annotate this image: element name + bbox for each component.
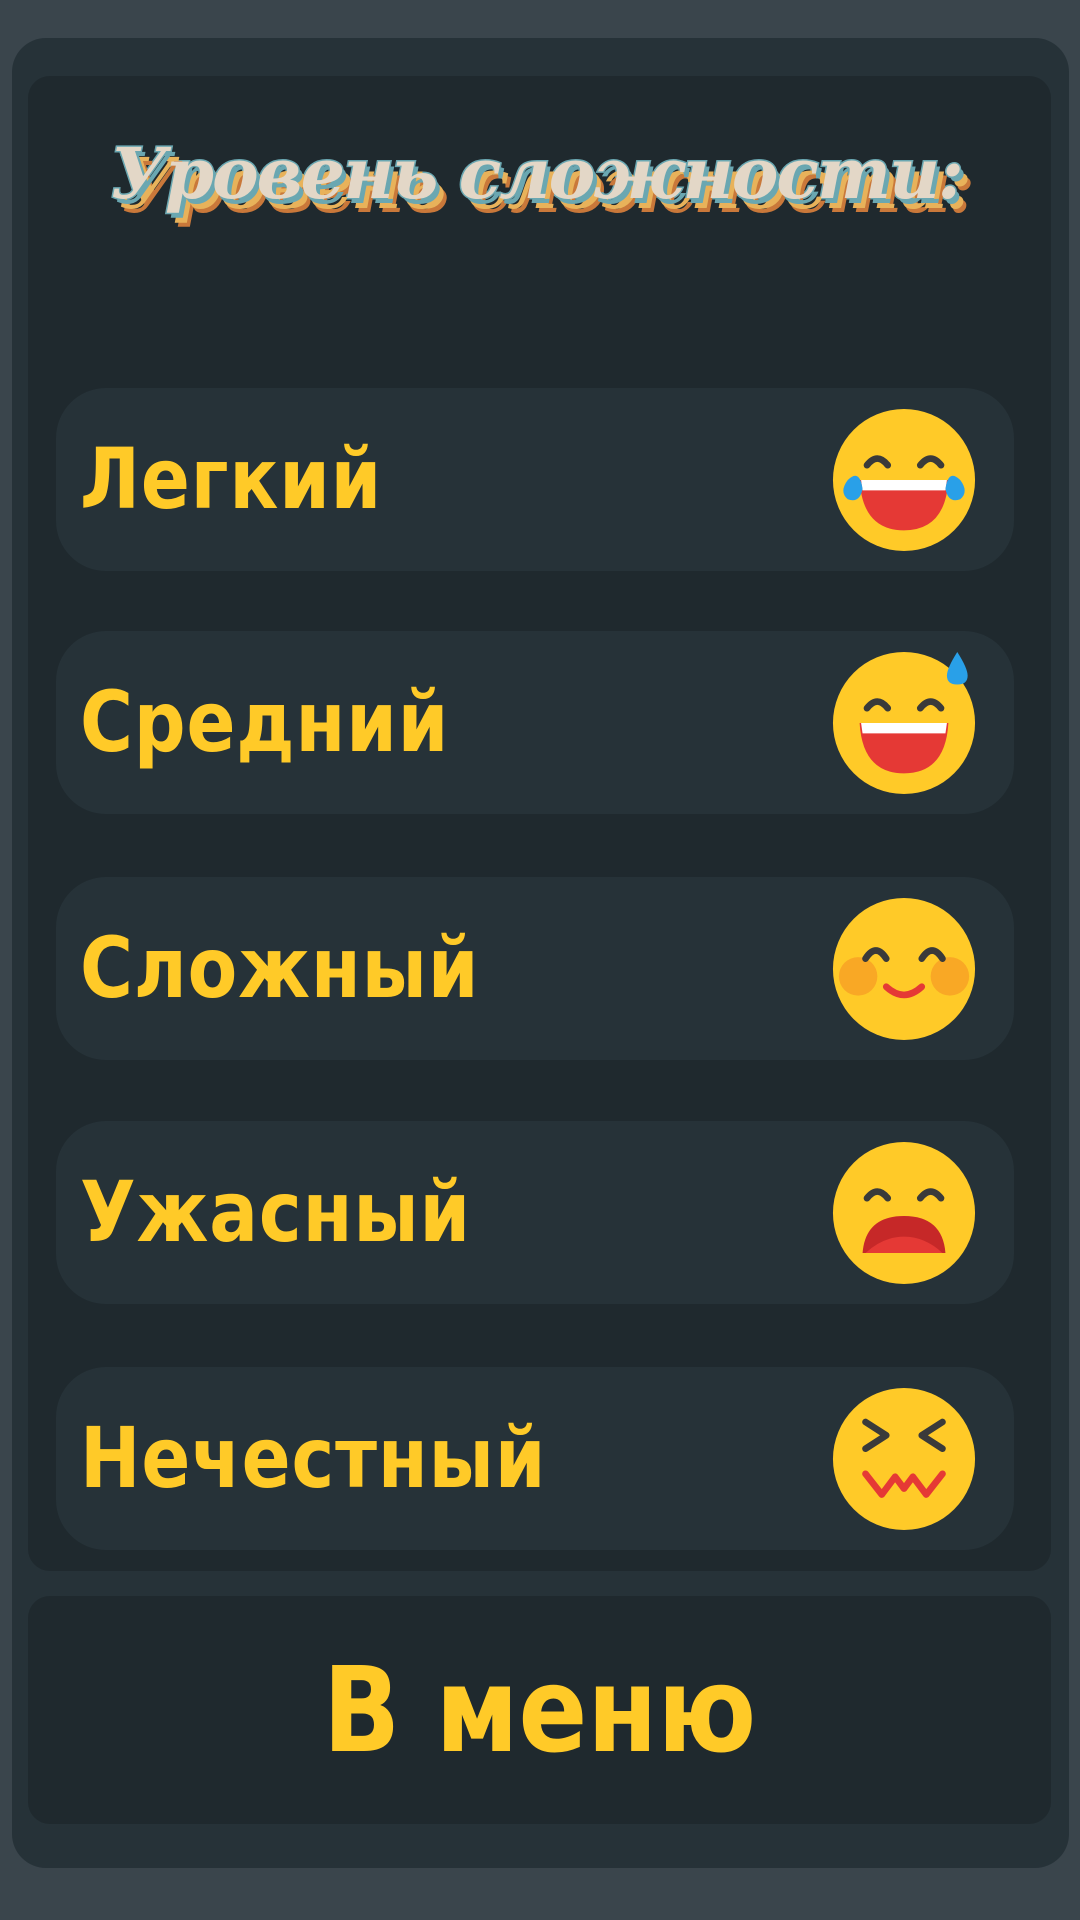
back-to-menu-label: В меню	[322, 1641, 757, 1779]
level-hard-label: Сложный	[80, 919, 480, 1017]
level-medium-label: Средний	[80, 673, 450, 771]
anguished-open-mouth-face-icon	[832, 1141, 976, 1285]
page-title: Уровень сложности:	[109, 131, 966, 217]
confounded-face-icon	[832, 1387, 976, 1531]
smiling-face-with-blushing-cheeks-icon	[832, 897, 976, 1041]
level-hard-button[interactable]: Сложный	[56, 877, 1014, 1060]
level-easy-label: Легкий	[80, 430, 383, 528]
level-easy-button[interactable]: Легкий	[56, 388, 1014, 571]
level-unfair-button[interactable]: Нечестный	[56, 1367, 1014, 1550]
level-unfair-label: Нечестный	[80, 1409, 547, 1507]
face-with-tears-of-joy-icon	[832, 408, 976, 552]
level-terrible-label: Ужасный	[80, 1163, 472, 1261]
level-medium-button[interactable]: Средний	[56, 631, 1014, 814]
level-terrible-button[interactable]: Ужасный	[56, 1121, 1014, 1304]
grinning-face-with-sweat-icon	[832, 651, 976, 795]
levels-panel	[28, 76, 1051, 1571]
back-to-menu-button[interactable]: В меню	[28, 1596, 1051, 1824]
